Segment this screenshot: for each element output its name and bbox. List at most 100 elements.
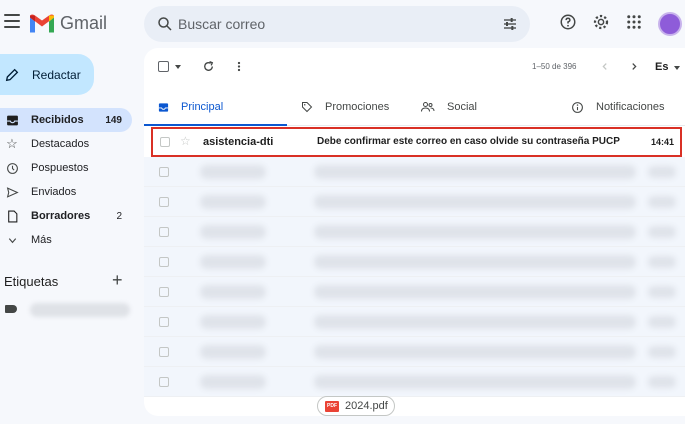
- send-icon: [6, 186, 19, 198]
- redacted-time: [648, 166, 676, 178]
- pagination-info: 1–50 de 396: [532, 62, 577, 71]
- sidebar-item-snoozed[interactable]: Pospuestos: [0, 156, 132, 180]
- email-checkbox[interactable]: [159, 317, 169, 327]
- star-icon[interactable]: ☆: [180, 134, 191, 148]
- redacted-time: [648, 256, 676, 268]
- email-checkbox[interactable]: [159, 257, 169, 267]
- active-tab-indicator: [144, 124, 287, 126]
- account-avatar[interactable]: [658, 12, 682, 36]
- compose-button[interactable]: Redactar: [0, 54, 94, 95]
- email-row[interactable]: [144, 307, 685, 337]
- sidebar-item-label: Borradores: [31, 210, 91, 222]
- email-checkbox[interactable]: [159, 227, 169, 237]
- add-label-button[interactable]: +: [112, 270, 123, 291]
- star-icon: ☆: [6, 136, 18, 151]
- sidebar-item-label: Más: [31, 234, 52, 246]
- language-caret-icon[interactable]: [674, 66, 680, 70]
- sidebar-item-label: Recibidos: [31, 114, 84, 126]
- next-page-icon[interactable]: [629, 61, 639, 72]
- redacted-subject: [314, 345, 636, 359]
- search-icon[interactable]: [156, 15, 174, 33]
- search-input[interactable]: [178, 6, 478, 42]
- select-all-checkbox[interactable]: [158, 61, 169, 72]
- redacted-sender: [200, 345, 266, 359]
- redacted-label-name: [30, 303, 130, 317]
- tab-promociones[interactable]: Promociones: [301, 88, 389, 126]
- redacted-subject: [314, 315, 636, 329]
- clock-icon: [6, 162, 18, 174]
- tab-label: Notificaciones: [596, 101, 665, 113]
- email-time: 14:41: [650, 137, 674, 147]
- sidebar-item-more[interactable]: Más: [0, 228, 132, 252]
- email-checkbox[interactable]: [159, 167, 169, 177]
- email-row[interactable]: ☆ asistencia-dti Debe confirmar este cor…: [151, 127, 682, 157]
- sidebar-nav: Recibidos 149 ☆ Destacados Pospuestos En…: [0, 108, 132, 252]
- email-subject: Debe confirmar este correo en caso olvid…: [317, 136, 620, 147]
- email-checkbox[interactable]: [159, 197, 169, 207]
- redacted-subject: [314, 285, 636, 299]
- redacted-time: [648, 226, 676, 238]
- search-bar[interactable]: [144, 6, 530, 42]
- email-checkbox[interactable]: [159, 347, 169, 357]
- help-icon[interactable]: [559, 13, 577, 31]
- tab-label: Promociones: [325, 101, 390, 113]
- tab-social[interactable]: Social: [421, 88, 477, 126]
- redacted-sender: [200, 375, 266, 389]
- sidebar-item-drafts[interactable]: Borradores 2: [0, 204, 132, 228]
- refresh-icon[interactable]: [202, 60, 215, 73]
- tab-notificaciones[interactable]: Notificaciones: [571, 88, 664, 126]
- email-row[interactable]: [144, 157, 685, 187]
- email-checkbox[interactable]: [159, 287, 169, 297]
- redacted-time: [648, 376, 676, 388]
- email-row[interactable]: [144, 217, 685, 247]
- email-row[interactable]: [144, 187, 685, 217]
- redacted-time: [648, 196, 676, 208]
- compose-label: Redactar: [32, 67, 81, 82]
- redacted-subject: [314, 375, 636, 389]
- tab-label: Social: [447, 101, 477, 113]
- email-checkbox[interactable]: [159, 377, 169, 387]
- mail-list-panel: 1–50 de 396 Es Principal Promociones Soc…: [144, 48, 685, 416]
- attachment-chip[interactable]: PDF 2024.pdf: [317, 396, 395, 416]
- input-language-button[interactable]: Es: [655, 61, 668, 73]
- more-vert-icon[interactable]: [233, 60, 245, 73]
- inbox-icon: [6, 115, 18, 125]
- sidebar-item-starred[interactable]: ☆ Destacados: [0, 132, 132, 156]
- email-sender: asistencia-dti: [203, 136, 274, 148]
- search-options-icon[interactable]: [502, 16, 518, 32]
- apps-grid-icon[interactable]: [625, 13, 643, 31]
- main-menu-button[interactable]: [4, 14, 20, 28]
- unread-count: 149: [105, 114, 122, 126]
- email-row[interactable]: [144, 277, 685, 307]
- email-checkbox[interactable]: [160, 137, 170, 147]
- sidebar-label-item[interactable]: [0, 300, 132, 318]
- category-tabs: Principal Promociones Social Notificacio…: [144, 88, 685, 126]
- sidebar-item-sent[interactable]: Enviados: [0, 180, 132, 204]
- email-row[interactable]: [144, 367, 685, 397]
- labels-heading: Etiquetas: [4, 274, 59, 289]
- tab-label: Principal: [181, 101, 224, 113]
- redacted-time: [648, 346, 676, 358]
- email-row[interactable]: [144, 337, 685, 367]
- redacted-subject: [314, 225, 636, 239]
- redacted-time: [648, 286, 676, 298]
- sidebar-item-label: Pospuestos: [31, 162, 89, 174]
- pencil-icon: [5, 68, 19, 81]
- settings-gear-icon[interactable]: [592, 13, 610, 31]
- sidebar-item-inbox[interactable]: Recibidos 149: [0, 108, 132, 132]
- gmail-m-icon: [30, 14, 54, 33]
- redacted-sender: [200, 315, 266, 329]
- label-tag-icon: [5, 305, 17, 313]
- sidebar-item-label: Destacados: [31, 138, 90, 150]
- pdf-file-icon: PDF: [325, 400, 339, 412]
- redacted-sender: [200, 225, 266, 239]
- select-menu-caret-icon[interactable]: [175, 65, 181, 69]
- gmail-logo[interactable]: Gmail: [30, 13, 107, 34]
- tab-principal[interactable]: Principal: [158, 88, 223, 126]
- attachment-name: 2024.pdf: [345, 400, 388, 412]
- email-row[interactable]: [144, 247, 685, 277]
- redacted-subject: [314, 255, 636, 269]
- app-name: Gmail: [60, 13, 108, 33]
- redacted-subject: [314, 165, 636, 179]
- prev-page-icon[interactable]: [600, 61, 610, 72]
